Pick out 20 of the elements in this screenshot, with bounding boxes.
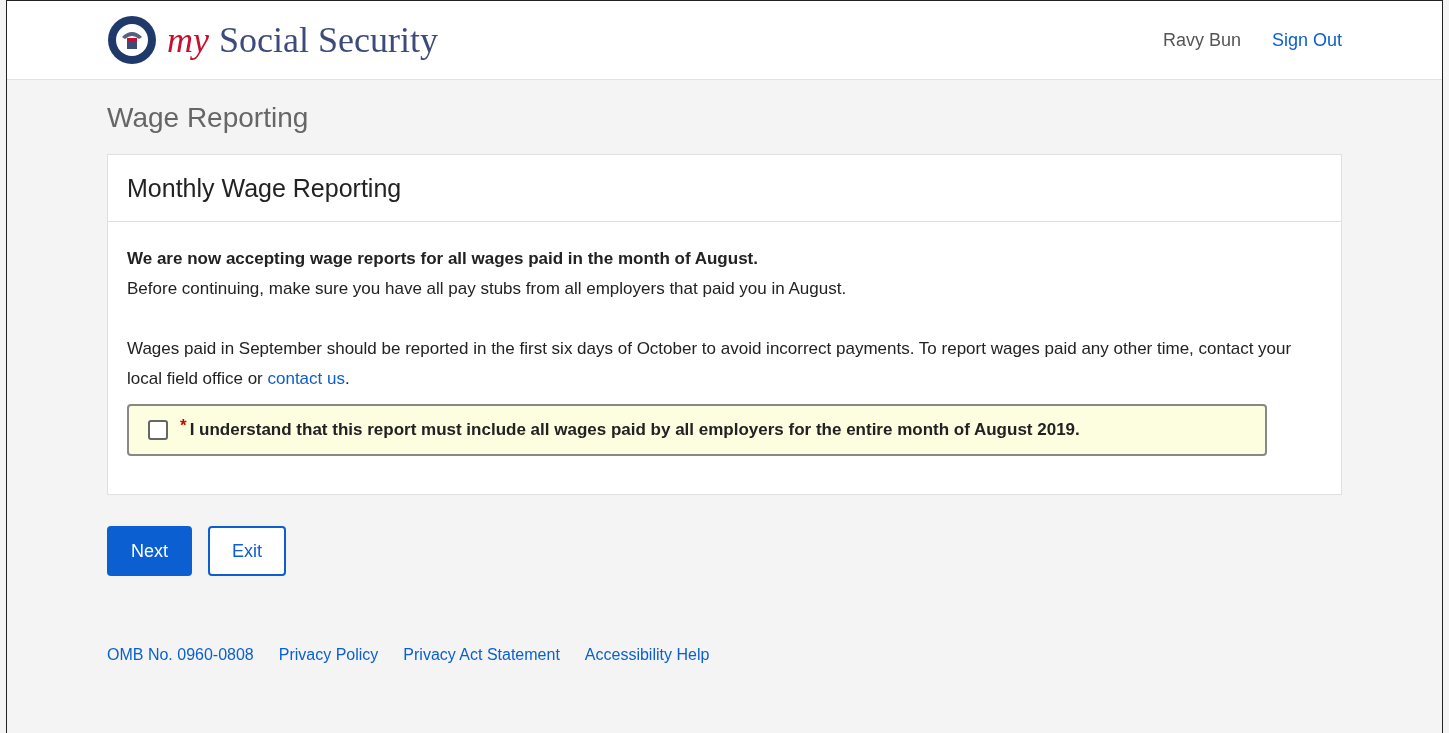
exit-button[interactable]: Exit [208,526,287,576]
contact-link[interactable]: contact us [267,369,345,388]
seal-logo-icon [107,15,157,65]
card-title: Monthly Wage Reporting [108,155,1341,222]
next-button[interactable]: Next [107,526,192,576]
logo-text: my [167,19,209,61]
confirm-checkbox[interactable] [148,420,168,440]
page-title: Wage Reporting [107,102,310,134]
logo-text: Social Security [219,19,438,61]
footer-link[interactable]: Privacy Act Statement [403,646,560,664]
footer-link[interactable]: Accessibility Help [584,646,710,664]
required-mark: * [180,415,187,437]
confirm-label: I understand that this report must include all wages paid by all employers for the entire month of August 2019. [189,419,1080,441]
footer-link[interactable]: Privacy Policy [278,646,379,664]
notice-text: Wages paid in September should be reported in the first six days of October to avoid incorrect payments. To report wages paid any other time, contact your local field office or contact us. [127,338,1293,390]
sign-out-link[interactable]: Sign Out [1271,29,1342,51]
intro-text: Before continuing, make sure you have all pay stubs from all employers that paid you in August. [127,278,848,300]
footer-link[interactable]: OMB No. 0960-0808 [107,646,254,664]
lead-text: We are now accepting wage reports for all wages paid in the month of August. [127,248,759,270]
user-name: Ravy Bun [1162,29,1241,51]
